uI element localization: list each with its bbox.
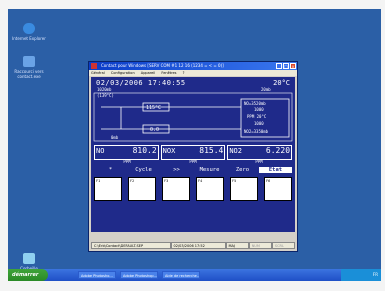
- menu-zero[interactable]: Zero: [226, 167, 259, 173]
- reading-unit: PPM: [123, 159, 131, 164]
- menu-bar: Général Configuration Appareil Fenêtres …: [89, 70, 297, 76]
- fkey-f4[interactable]: F4: [196, 177, 224, 201]
- fkey-f3[interactable]: F3: [162, 177, 190, 201]
- converter-value: 0.0: [150, 127, 159, 133]
- reading-unit: PPM: [189, 159, 197, 164]
- contact-window: Contact pour Windows [SERV COM #1 12 16 …: [88, 61, 298, 252]
- minimize-icon[interactable]: _: [276, 63, 282, 69]
- desktop-icon-ie[interactable]: Internet Explorer: [10, 23, 48, 41]
- no2-line: NO2=3350mb: [244, 129, 269, 134]
- datetime: 02/03/2006 17:40:55: [96, 79, 186, 87]
- menu-help[interactable]: ?: [183, 71, 185, 75]
- taskbar-button-3[interactable]: Aide de recherche…: [162, 271, 200, 279]
- window-titlebar[interactable]: Contact pour Windows [SERV COM #1 12 16 …: [89, 62, 297, 70]
- desktop-icon-label: Internet Explorer: [12, 36, 46, 41]
- reading-unit: PPM: [255, 159, 263, 164]
- status-date: 02/03/2006 17:52: [170, 242, 226, 249]
- menu-next[interactable]: >>: [160, 167, 193, 173]
- chamber-val2: 1000: [254, 121, 264, 126]
- reading-value: 6.220: [265, 146, 291, 155]
- menu-configuration[interactable]: Configuration: [111, 71, 135, 75]
- fkey-f6[interactable]: F6: [264, 177, 292, 201]
- pressure-bottom: 0mb: [111, 135, 119, 140]
- taskbar-button-2[interactable]: Adobe Photoshop…: [120, 271, 158, 279]
- fkey-f2[interactable]: F2: [128, 177, 156, 201]
- recycle-bin-icon: [23, 253, 35, 264]
- reading-value: 815.4: [199, 146, 224, 155]
- reading-no: NO 810.2: [94, 145, 159, 160]
- menu-star[interactable]: *: [94, 167, 127, 173]
- reading-value: 810.2: [132, 146, 157, 155]
- reading-no2: NO2 6.220: [227, 145, 293, 160]
- start-button[interactable]: démarrer: [8, 269, 48, 281]
- menu-appareil[interactable]: Appareil: [141, 71, 155, 75]
- pressure-right: 20mb: [261, 87, 271, 92]
- reading-name: NO2: [229, 147, 242, 155]
- taskbar: démarrer Adobe Photosho… Adobe Photoshop…: [8, 269, 381, 281]
- menu-etat[interactable]: Etat: [259, 167, 292, 173]
- function-keys: F1 F2 F3 F4 F5 F6: [94, 177, 292, 203]
- application-shortcut-icon: [23, 56, 35, 67]
- menu-general[interactable]: Général: [91, 71, 105, 75]
- temp-top: (139°C): [97, 93, 114, 98]
- oven-temp: 115°C: [146, 105, 161, 111]
- fkey-f5[interactable]: F5: [230, 177, 258, 201]
- menu-fenetres[interactable]: Fenêtres: [161, 71, 176, 75]
- ppm-line: PPM 20°C: [247, 114, 267, 119]
- function-menu: * Cycle >> Mesure Zero Etat: [94, 166, 292, 174]
- desktop-icon-contact[interactable]: Raccourci vers contact.exe: [10, 56, 48, 79]
- reading-name: NOX: [162, 147, 176, 155]
- menu-mesure[interactable]: Mesure: [193, 167, 226, 173]
- chamber-val1: 1000: [254, 107, 264, 112]
- monitor-bezel: Internet Explorer Raccourci vers contact…: [0, 0, 385, 291]
- no-line: NO=3520mb: [244, 101, 266, 106]
- status-num: NUM: [248, 242, 272, 249]
- fkey-f1[interactable]: F1: [94, 177, 122, 201]
- app-icon: [91, 63, 97, 69]
- temperature: 20°C: [273, 79, 290, 87]
- pressure-top: 1020mb: [97, 87, 112, 92]
- close-icon[interactable]: ×: [290, 63, 296, 69]
- reading-nox: NOX 815.4: [160, 145, 226, 160]
- taskbar-button-1[interactable]: Adobe Photosho…: [78, 271, 116, 279]
- readings-row: NO 810.2 NOX 815.4 NO2 6.220: [94, 145, 293, 160]
- internet-explorer-icon: [23, 23, 35, 34]
- window-title: Contact pour Windows [SERV COM #1 12 16 …: [101, 63, 224, 68]
- status-mode: MAJ: [225, 242, 249, 249]
- desktop-icon-label: Raccourci vers contact.exe: [14, 69, 44, 79]
- status-scroll: SCRL: [271, 242, 295, 249]
- maximize-icon[interactable]: □: [283, 63, 289, 69]
- units-row: PPM PPM PPM: [94, 159, 292, 165]
- system-tray: FR: [341, 269, 381, 281]
- status-bar: C:\Erb\Contact\DEFAULT.SEP 02/03/2006 17…: [91, 242, 295, 249]
- analyzer-display: 02/03/2006 17:40:55 20°C 1020mb (139°C) …: [91, 77, 295, 232]
- reading-name: NO: [96, 147, 105, 155]
- status-path: C:\Erb\Contact\DEFAULT.SEP: [91, 242, 171, 249]
- desktop: Internet Explorer Raccourci vers contact…: [8, 9, 381, 281]
- menu-cycle[interactable]: Cycle: [127, 167, 160, 173]
- flow-diagram: 1020mb (139°C) 115°C 0.0 0mb 20mb NO=352…: [93, 87, 293, 142]
